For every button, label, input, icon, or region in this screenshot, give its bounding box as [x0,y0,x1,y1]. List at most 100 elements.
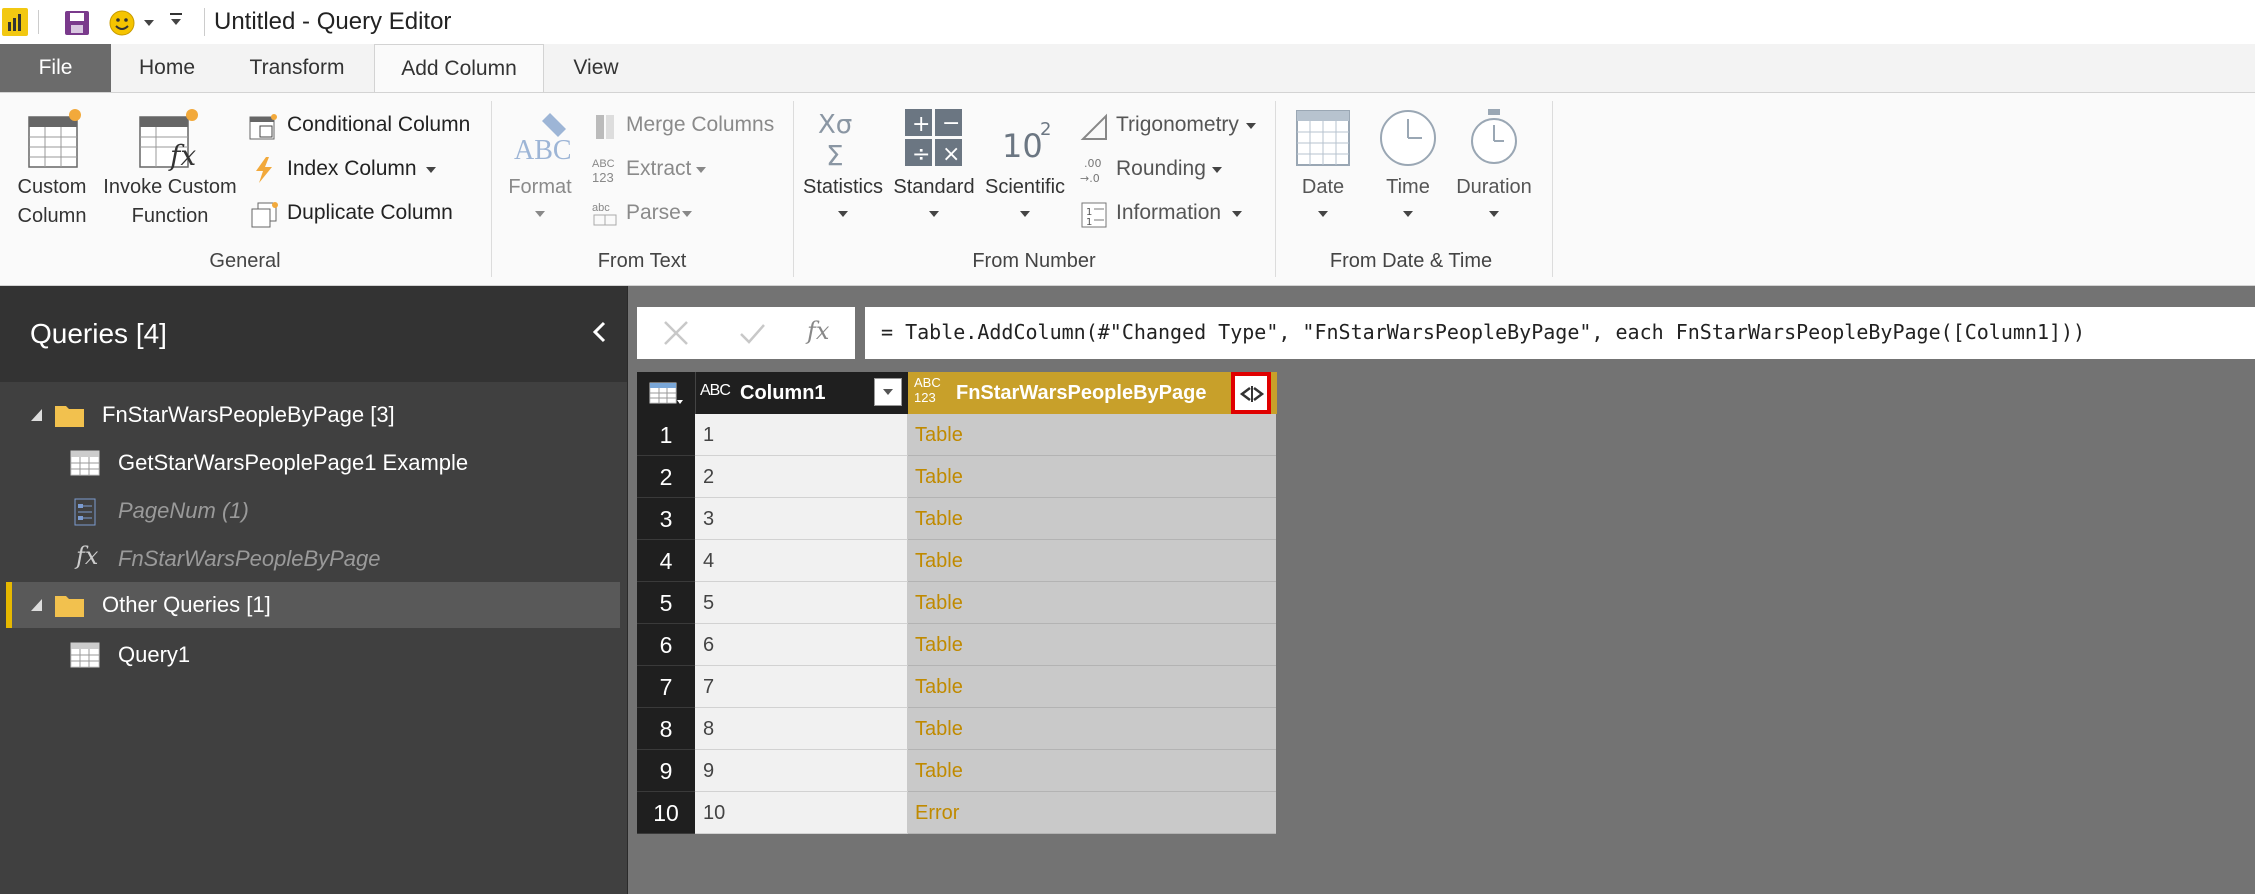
group-label-from-number: From Number [972,250,1096,272]
row-number[interactable]: 8 [637,708,695,750]
data-grid: ABC Column1 ABC 123 FnStarWarsPeopleByPa… [637,372,1277,836]
time-button[interactable]: Time [1368,107,1448,242]
trigonometry-dropdown-icon [1246,123,1256,129]
column-header-fnstarwarspeoplebypage[interactable]: ABC 123 FnStarWarsPeopleByPage [908,372,1277,414]
formula-text[interactable]: = Table.AddColumn(#"Changed Type", "FnSt… [881,320,2085,344]
table-cell[interactable]: 5 [695,582,908,624]
svg-text:2: 2 [1040,119,1051,140]
invoke-function-icon: fx [139,109,198,171]
query-item-pagenum[interactable]: PageNum (1) [70,492,520,532]
smiley-dropdown-icon[interactable] [144,20,154,26]
table-cell[interactable]: 1 [695,414,908,456]
query-item-fnstarwarspeoplebypage[interactable]: fx FnStarWarsPeopleByPage [70,540,520,580]
format-button[interactable]: ABC Format [500,107,580,242]
table-link-cell[interactable]: Table [908,708,1276,750]
collapse-pane-icon[interactable] [590,320,608,349]
row-number[interactable]: 5 [637,582,695,624]
tab-add-column[interactable]: Add Column [374,44,544,94]
conditional-column-icon [249,114,277,140]
customize-toolbar-icon[interactable] [170,13,182,25]
extract-button[interactable]: ABC 123 Extract [590,155,720,187]
table-cell[interactable]: 7 [695,666,908,708]
table-cell[interactable]: 9 [695,750,908,792]
table-link-cell[interactable]: Table [908,666,1276,708]
commit-formula-icon[interactable] [737,319,767,347]
invoke-custom-function-button[interactable]: fx Invoke Custom Function [98,107,242,242]
trigonometry-button[interactable]: Trigonometry [1080,111,1260,143]
expand-triangle-icon[interactable] [30,408,44,422]
table-link-cell[interactable]: Table [908,750,1276,792]
row-number[interactable]: 10 [637,792,695,834]
format-icon: ABC [514,113,572,166]
expand-column-button[interactable] [1231,372,1271,414]
insert-function-icon[interactable]: fx [807,317,829,345]
table-link-cell[interactable]: Table [908,498,1276,540]
table-cell[interactable]: 8 [695,708,908,750]
table-link-cell[interactable]: Table [908,414,1276,456]
statistics-button[interactable]: Χσ Σ Statistics [800,107,886,242]
column-name: FnStarWarsPeopleByPage [956,382,1207,404]
tab-view[interactable]: View [556,44,636,92]
information-button[interactable]: 11 Information [1080,199,1250,231]
table-cell[interactable]: 6 [695,624,908,666]
duration-button[interactable]: Duration [1452,107,1536,242]
parse-icon: abc [592,202,617,226]
merge-columns-button[interactable]: Merge Columns [590,111,790,143]
row-number[interactable]: 7 [637,666,695,708]
function-icon: fx [76,542,99,570]
column-header-column1[interactable]: ABC Column1 [695,372,908,414]
window-title: Untitled - Query Editor [214,8,452,35]
filter-dropdown-button[interactable] [874,378,902,406]
query-group-label: Other Queries [1] [102,592,271,617]
text-type-icon[interactable]: ABC [700,382,731,400]
conditional-column-button[interactable]: Conditional Column [248,111,478,143]
table-cell[interactable]: 2 [695,456,908,498]
table-menu-icon[interactable] [649,382,683,406]
query-group-fnstarwars[interactable]: FnStarWarsPeopleByPage [3] [30,396,450,436]
save-icon[interactable] [64,10,90,41]
any-type-icon[interactable]: ABC 123 [914,375,941,405]
pane-divider[interactable] [627,286,628,894]
app-logo-icon [2,8,28,36]
tab-transform[interactable]: Transform [232,44,362,92]
table-link-cell[interactable]: Table [908,540,1276,582]
stopwatch-icon [1471,109,1517,164]
query-group-other-queries[interactable]: Other Queries [1] [30,586,450,626]
date-button[interactable]: Date [1285,107,1361,242]
custom-column-label-2: Column [17,205,87,227]
smiley-feedback-icon[interactable] [108,9,136,42]
index-column-button[interactable]: Index Column [248,155,438,187]
scientific-button[interactable]: 10 2 Scientific [980,107,1070,242]
query-item-getstarwarspeoplepage1[interactable]: GetStarWarsPeoplePage1 Example [70,444,520,484]
table-cell[interactable]: 10 [695,792,908,834]
standard-button[interactable]: + − ÷ × Standard [890,107,978,242]
svg-text:+: + [912,112,930,137]
index-column-icon [256,157,272,183]
formula-bar[interactable]: = Table.AddColumn(#"Changed Type", "FnSt… [865,307,2255,359]
cancel-formula-icon[interactable] [661,319,691,347]
select-all-header[interactable] [637,372,695,414]
row-number[interactable]: 2 [637,456,695,498]
row-number[interactable]: 6 [637,624,695,666]
expand-triangle-icon[interactable] [30,598,44,612]
tab-home[interactable]: Home [118,44,216,92]
table-cell[interactable]: 4 [695,540,908,582]
rounding-button[interactable]: .00 →.0 Rounding [1080,155,1230,187]
row-number[interactable]: 4 [637,540,695,582]
table-cell[interactable]: 3 [695,498,908,540]
table-link-cell[interactable]: Table [908,624,1276,666]
query-item-query1[interactable]: Query1 [70,636,520,676]
row-number[interactable]: 9 [637,750,695,792]
parse-button[interactable]: abc Parse [590,199,720,231]
statistics-dropdown-icon [838,211,848,217]
row-number[interactable]: 1 [637,414,695,456]
error-link-cell[interactable]: Error [908,792,1276,834]
row-number[interactable]: 3 [637,498,695,540]
duplicate-column-button[interactable]: Duplicate Column [248,199,478,231]
custom-column-button[interactable]: Custom Column [8,107,96,242]
folder-icon [55,596,84,617]
tab-file[interactable]: File [0,44,111,92]
table-link-cell[interactable]: Table [908,456,1276,498]
conditional-column-label: Conditional Column [287,113,471,136]
table-link-cell[interactable]: Table [908,582,1276,624]
